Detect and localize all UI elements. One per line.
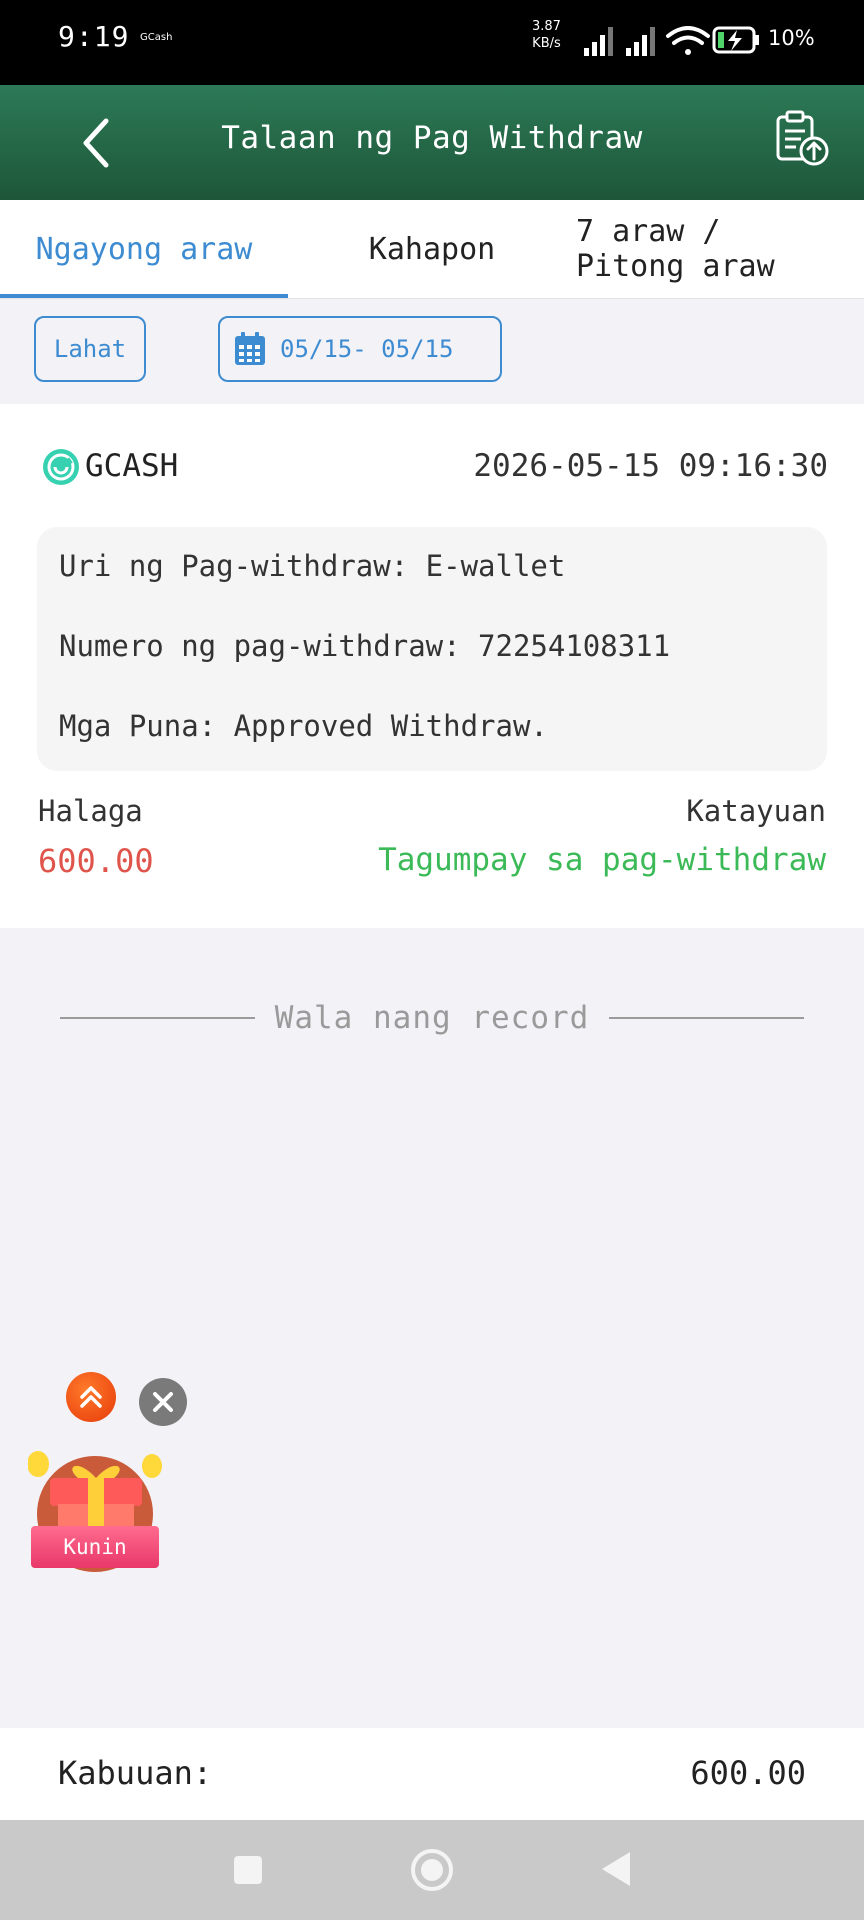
status-app-name: GCash [140,32,173,43]
tab-seven-days-line2: Pitong araw [576,249,775,284]
total-bar: Kabuuan: 600.00 [0,1728,864,1820]
withdraw-number: Numero ng pag-withdraw: 72254108311 [59,629,671,663]
tab-seven-days[interactable]: 7 araw / Pitong araw [560,200,860,298]
total-value: 600.00 [690,1754,806,1792]
no-more-records-text: Wala nang record [274,1000,590,1036]
record-details: Uri ng Pag-withdraw: E-wallet Numero ng … [37,527,827,771]
square-icon [234,1856,262,1884]
amount-value: 600.00 [38,842,154,880]
scroll-top-button[interactable] [66,1372,116,1422]
date-range-label: 05/15- 05/15 [280,335,454,363]
divider-left [60,1017,255,1019]
filter-all-button[interactable]: Lahat [34,316,146,382]
total-label: Kabuuan: [58,1754,213,1792]
date-range-button[interactable]: 05/15- 05/15 [218,316,502,382]
tab-yesterday-label: Kahapon [368,231,496,267]
status-time: 9:19 [58,20,130,53]
recents-button[interactable] [232,1854,264,1886]
app-header: Talaan ng Pag Withdraw [0,85,864,200]
withdraw-record-card[interactable]: GCASH 2026-05-15 09:16:30 Uri ng Pag-wit… [0,404,864,928]
network-speed-unit: KB/s [532,36,561,51]
withdraw-method: GCASH [85,448,179,484]
back-nav-button[interactable] [600,1850,632,1888]
battery-percent: 10% [768,26,815,50]
tab-today[interactable]: Ngayong araw [0,200,288,298]
double-chevron-up-icon [80,1386,102,1408]
signal-icon [584,27,613,56]
signal-icon-2 [626,27,655,56]
active-tab-indicator [0,294,288,298]
network-speed-value: 3.87 [532,19,561,34]
gift-claim-label: Kunin [31,1526,159,1568]
tab-yesterday[interactable]: Kahapon [318,200,546,298]
filter-row: Lahat 05/15- 05/15 [0,299,864,404]
calendar-icon [235,332,265,365]
tab-seven-days-line1: 7 araw / [576,214,721,249]
network-speed: 3.87 KB/s [532,18,561,52]
circle-icon [411,1849,453,1891]
no-more-records: Wala nang record [60,998,804,1038]
wifi-icon [666,26,710,55]
gcash-logo-icon [43,449,79,485]
status-value: Tagumpay sa pag-withdraw [378,842,826,878]
filter-all-label: Lahat [53,335,127,363]
clipboard-upload-icon [776,110,829,166]
gift-widget[interactable]: Kunin [27,1450,168,1580]
status-label: Katayuan [686,794,826,828]
close-icon [153,1392,173,1412]
page-title: Talaan ng Pag Withdraw [221,120,643,156]
triangle-back-icon [602,1852,630,1886]
status-bar: 9:19 GCash 3.87 KB/s 10% [0,0,864,85]
battery-icon [712,26,759,54]
withdraw-remarks: Mga Puna: Approved Withdraw. [59,709,548,743]
close-float-button[interactable] [139,1378,187,1426]
home-button[interactable] [410,1848,454,1892]
system-nav-bar [0,1820,864,1920]
export-button[interactable] [774,109,832,169]
tab-today-label: Ngayong araw [35,231,253,267]
record-datetime: 2026-05-15 09:16:30 [473,448,828,484]
divider-right [609,1017,804,1019]
withdraw-type: Uri ng Pag-withdraw: E-wallet [59,549,566,583]
date-tabs: Ngayong araw Kahapon 7 araw / Pitong ara… [0,200,864,299]
amount-label: Halaga [38,794,143,828]
